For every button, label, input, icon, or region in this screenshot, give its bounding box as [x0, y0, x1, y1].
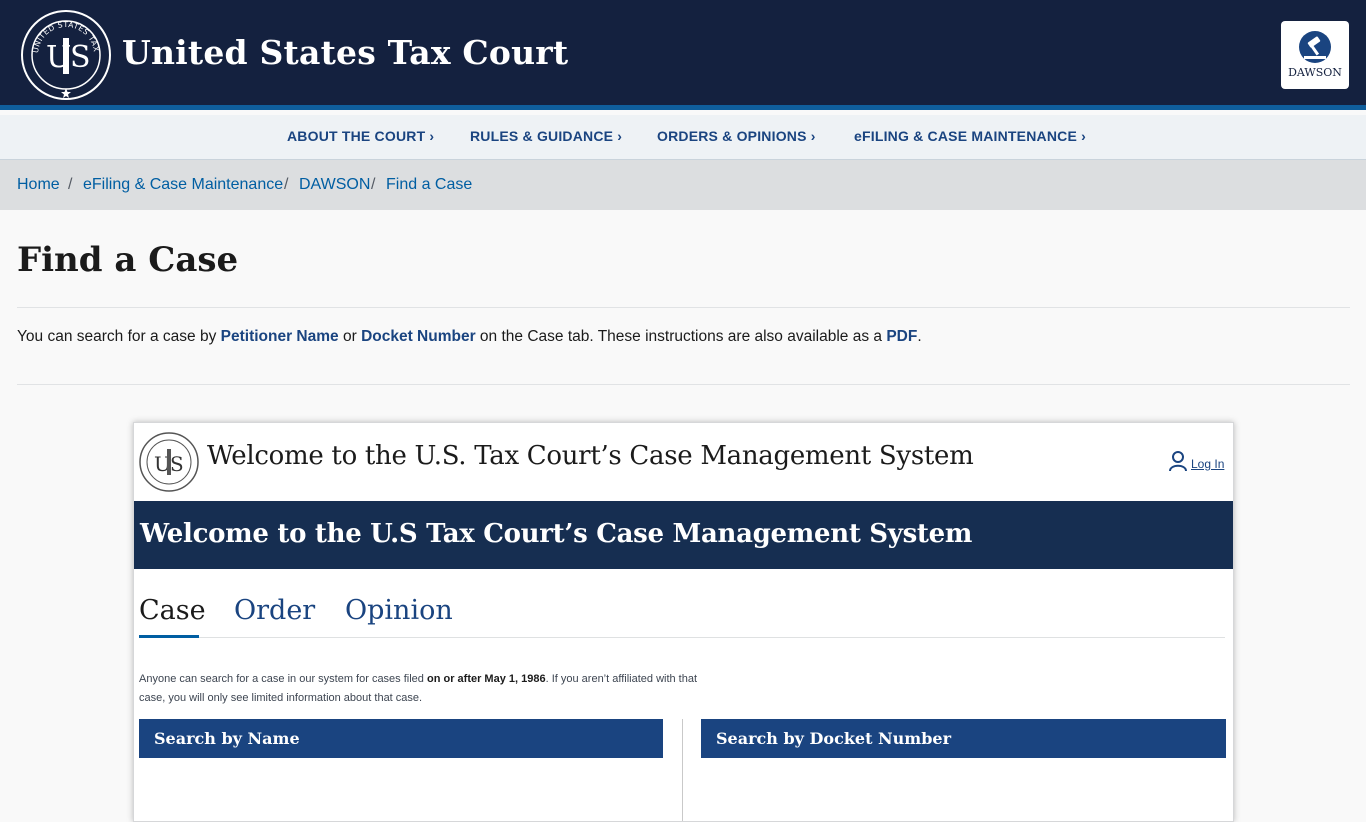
tab-opinion: Opinion: [345, 595, 453, 626]
intro-text-part: You can search for a case by: [17, 328, 221, 345]
dawson-screenshot-image: U S Welcome to the U.S. Tax Court’s Case…: [133, 422, 1234, 822]
nav-about-the-court[interactable]: ABOUT THE COURT ›: [287, 128, 434, 144]
gavel-icon: [1299, 31, 1331, 63]
search-note: Anyone can search for a case in our syst…: [139, 670, 699, 708]
breadcrumb-find-a-case[interactable]: Find a Case: [386, 176, 472, 194]
breadcrumb-separator: /: [371, 176, 376, 193]
nav-rules-guidance[interactable]: RULES & GUIDANCE ›: [470, 128, 622, 144]
search-by-docket-header: Search by Docket Number: [701, 719, 1226, 758]
dawson-badge[interactable]: DAWSON: [1281, 21, 1349, 89]
site-header: UNITED STATES TAX COURT U S United State…: [0, 0, 1366, 110]
welcome-title: Welcome to the U.S. Tax Court’s Case Man…: [207, 441, 974, 471]
petitioner-name-link[interactable]: Petitioner Name: [221, 328, 339, 345]
docket-number-link[interactable]: Docket Number: [361, 328, 476, 345]
intro-text-part: .: [917, 328, 922, 345]
page-title: Find a Case: [17, 240, 239, 280]
main-nav: ABOUT THE COURT › RULES & GUIDANCE › ORD…: [0, 115, 1366, 160]
divider: [17, 307, 1350, 308]
nav-orders-opinions[interactable]: ORDERS & OPINIONS ›: [657, 128, 816, 144]
court-seal-icon: U S: [139, 432, 199, 492]
breadcrumb-efiling[interactable]: eFiling & Case Maintenance: [83, 176, 283, 194]
banner-title: Welcome to the U.S Tax Court’s Case Mana…: [140, 519, 973, 549]
tab-divider: [139, 637, 1225, 638]
breadcrumb: Home / eFiling & Case Maintenance / DAWS…: [0, 160, 1366, 210]
breadcrumb-home[interactable]: Home: [17, 176, 60, 194]
divider: [17, 384, 1350, 385]
intro-text: You can search for a case by Petitioner …: [17, 328, 922, 346]
login-link: Log In: [1191, 457, 1225, 471]
note-part: Anyone can search for a case in our syst…: [139, 673, 427, 685]
court-seal-icon[interactable]: UNITED STATES TAX COURT U S: [21, 10, 111, 100]
intro-text-part: on the Case tab. These instructions are …: [475, 328, 887, 345]
breadcrumb-dawson[interactable]: DAWSON: [299, 176, 370, 194]
dawson-label: DAWSON: [1288, 66, 1342, 79]
intro-text-part: or: [338, 328, 362, 345]
svg-text:S: S: [170, 452, 184, 476]
site-title[interactable]: United States Tax Court: [122, 33, 568, 72]
tab-order: Order: [234, 595, 316, 626]
search-by-docket-label: Search by Docket Number: [716, 729, 952, 748]
breadcrumb-separator: /: [68, 176, 73, 193]
tab-case: Case: [139, 595, 206, 626]
active-tab-indicator: [139, 635, 199, 638]
search-by-name-label: Search by Name: [154, 729, 300, 748]
search-by-name-header: Search by Name: [139, 719, 663, 758]
note-date: on or after May 1, 1986: [426, 673, 546, 685]
nav-efiling-case-maintenance[interactable]: eFILING & CASE MAINTENANCE ›: [854, 128, 1086, 144]
breadcrumb-separator: /: [284, 176, 289, 193]
svg-text:S: S: [70, 40, 91, 75]
pdf-link[interactable]: PDF: [886, 328, 917, 345]
user-icon: [1169, 451, 1187, 472]
divider: [682, 719, 683, 821]
